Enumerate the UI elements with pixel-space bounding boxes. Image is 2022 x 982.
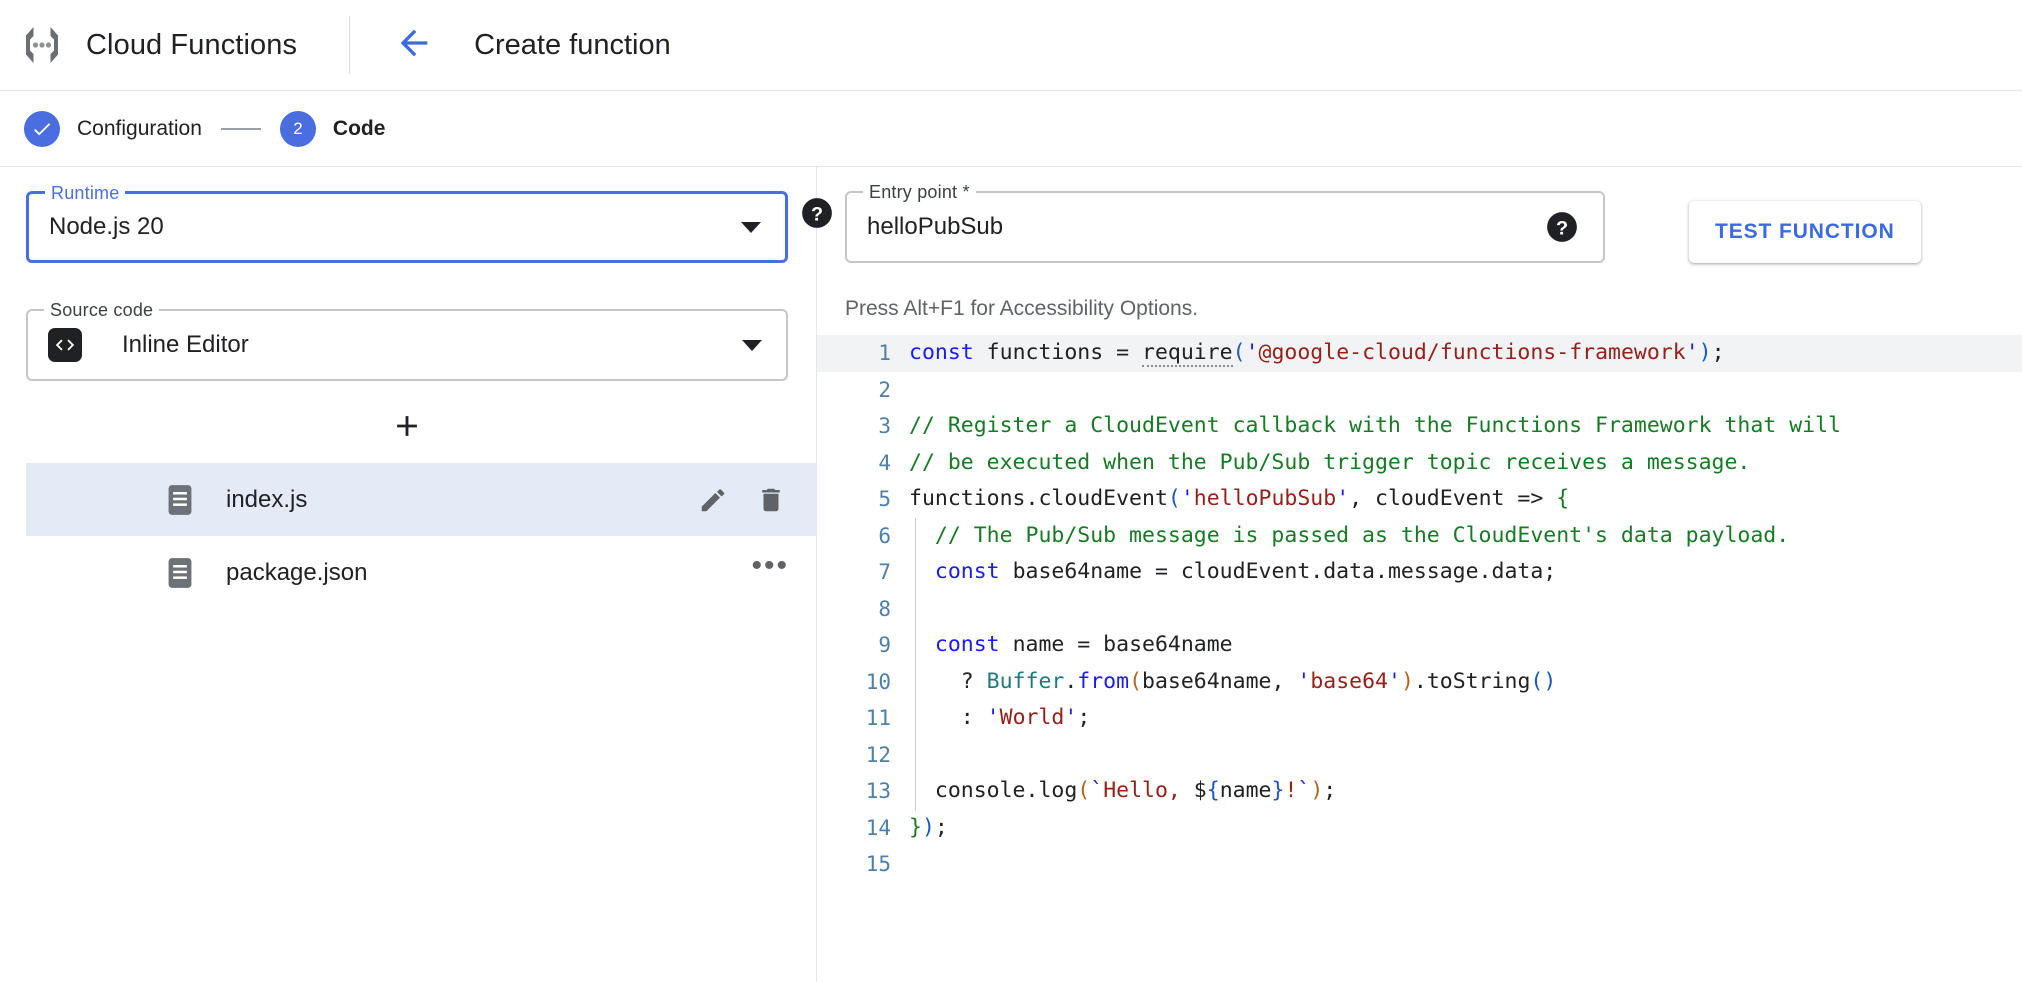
add-file-row [26, 395, 788, 457]
line-number: 15 [817, 846, 909, 883]
code-line: 10 ? Buffer.from(base64name, 'base64').t… [817, 664, 2022, 701]
code-line: 14 }); [817, 810, 2022, 847]
code-line: 2 [817, 372, 2022, 409]
add-file-button[interactable] [385, 404, 429, 448]
entry-point-input[interactable]: Entry point * helloPubSub ? [845, 191, 1605, 263]
code-line: 13 console.log(`Hello, ${name}!`); [817, 773, 2022, 810]
code-content: functions.cloudEvent('helloPubSub', clou… [909, 481, 1569, 518]
file-icon [166, 484, 194, 516]
source-code-value: Inline Editor [122, 331, 249, 359]
source-code-label: Source code [44, 299, 159, 321]
line-number: 6 [817, 518, 909, 555]
test-function-button[interactable]: TEST FUNCTION [1689, 201, 1921, 263]
left-pane: Runtime Node.js 20 ? Source code Inline … [0, 167, 817, 982]
right-pane: Entry point * helloPubSub ? TEST FUNCTIO… [817, 167, 2022, 982]
line-number: 14 [817, 810, 909, 847]
code-line: 11 : 'World'; [817, 700, 2022, 737]
step-code-number: 2 [280, 111, 316, 147]
entry-point-help-icon[interactable]: ? [1545, 210, 1579, 244]
step-configuration-label: Configuration [77, 117, 202, 141]
line-number: 7 [817, 554, 909, 591]
pencil-edit-icon[interactable] [695, 482, 731, 518]
line-number: 2 [817, 372, 909, 409]
step-code[interactable]: 2 Code [280, 111, 386, 147]
runtime-select[interactable]: Runtime Node.js 20 [26, 191, 788, 263]
line-number: 1 [817, 335, 909, 372]
code-content: const base64name = cloudEvent.data.messa… [909, 554, 1556, 591]
code-editor[interactable]: 1 const functions = require('@google-clo… [817, 335, 2022, 935]
code-content: const functions = require('@google-cloud… [909, 335, 1725, 372]
code-content: : 'World'; [909, 700, 1090, 737]
code-line: 7 const base64name = cloudEvent.data.mes… [817, 554, 2022, 591]
file-actions [695, 482, 789, 518]
chevron-down-icon [741, 222, 761, 233]
code-content: // The Pub/Sub message is passed as the … [909, 518, 1789, 555]
code-line: 1 const functions = require('@google-clo… [817, 335, 2022, 372]
step-connector [221, 128, 261, 130]
trash-delete-icon[interactable] [753, 482, 789, 518]
file-icon [166, 557, 194, 589]
line-number: 11 [817, 700, 909, 737]
page-title: Create function [474, 29, 671, 62]
line-number: 9 [817, 627, 909, 664]
cloud-functions-logo-icon [20, 23, 64, 67]
code-content: }); [909, 810, 948, 847]
editor-accessibility-hint: Press Alt+F1 for Accessibility Options. [817, 263, 2022, 335]
entry-point-row: Entry point * helloPubSub ? TEST FUNCTIO… [817, 167, 2022, 263]
file-list: index.js [26, 463, 817, 609]
step-code-label: Code [333, 117, 386, 141]
code-content: // be executed when the Pub/Sub trigger … [909, 445, 1750, 482]
code-line: 8 [817, 591, 2022, 628]
code-line: 5 functions.cloudEvent('helloPubSub', cl… [817, 481, 2022, 518]
code-content: const name = base64name [909, 627, 1233, 664]
code-content: ? Buffer.from(base64name, 'base64').toSt… [909, 664, 1556, 701]
stepper: Configuration 2 Code [0, 91, 2022, 167]
code-content: console.log(`Hello, ${name}!`); [909, 773, 1336, 810]
step-configuration-check-icon [24, 111, 60, 147]
body: Runtime Node.js 20 ? Source code Inline … [0, 167, 2022, 982]
line-number: 12 [817, 737, 909, 774]
code-line: 6 // The Pub/Sub message is passed as th… [817, 518, 2022, 555]
arrow-back-icon [394, 23, 434, 68]
code-brackets-icon [48, 328, 82, 362]
code-content: // Register a CloudEvent callback with t… [909, 408, 1841, 445]
code-line: 15 [817, 846, 2022, 883]
code-line: 3 // Register a CloudEvent callback with… [817, 408, 2022, 445]
file-name: package.json [226, 559, 367, 587]
line-number: 4 [817, 445, 909, 482]
appbar-divider [349, 16, 350, 74]
back-button[interactable] [388, 19, 440, 71]
code-line: 12 [817, 737, 2022, 774]
product-title: Cloud Functions [86, 29, 297, 62]
entry-point-value: helloPubSub [867, 213, 1003, 241]
line-number: 8 [817, 591, 909, 628]
chevron-down-icon [742, 340, 762, 351]
line-number: 13 [817, 773, 909, 810]
runtime-value: Node.js 20 [49, 213, 164, 241]
file-row-package-json[interactable]: package.json ••• [26, 536, 817, 609]
step-configuration[interactable]: Configuration [24, 111, 202, 147]
svg-text:?: ? [1556, 217, 1568, 239]
line-number: 5 [817, 481, 909, 518]
line-number: 10 [817, 664, 909, 701]
more-options-icon[interactable]: ••• [751, 561, 789, 585]
code-line: 4 // be executed when the Pub/Sub trigge… [817, 445, 2022, 482]
file-actions: ••• [751, 561, 789, 585]
file-name: index.js [226, 486, 307, 514]
line-number: 3 [817, 408, 909, 445]
code-line: 9 const name = base64name [817, 627, 2022, 664]
runtime-label: Runtime [45, 182, 125, 204]
entry-point-label: Entry point * [863, 181, 976, 203]
app-bar: Cloud Functions Create function [0, 0, 2022, 91]
source-code-select[interactable]: Source code Inline Editor [26, 309, 788, 381]
file-row-index-js[interactable]: index.js [26, 463, 817, 536]
